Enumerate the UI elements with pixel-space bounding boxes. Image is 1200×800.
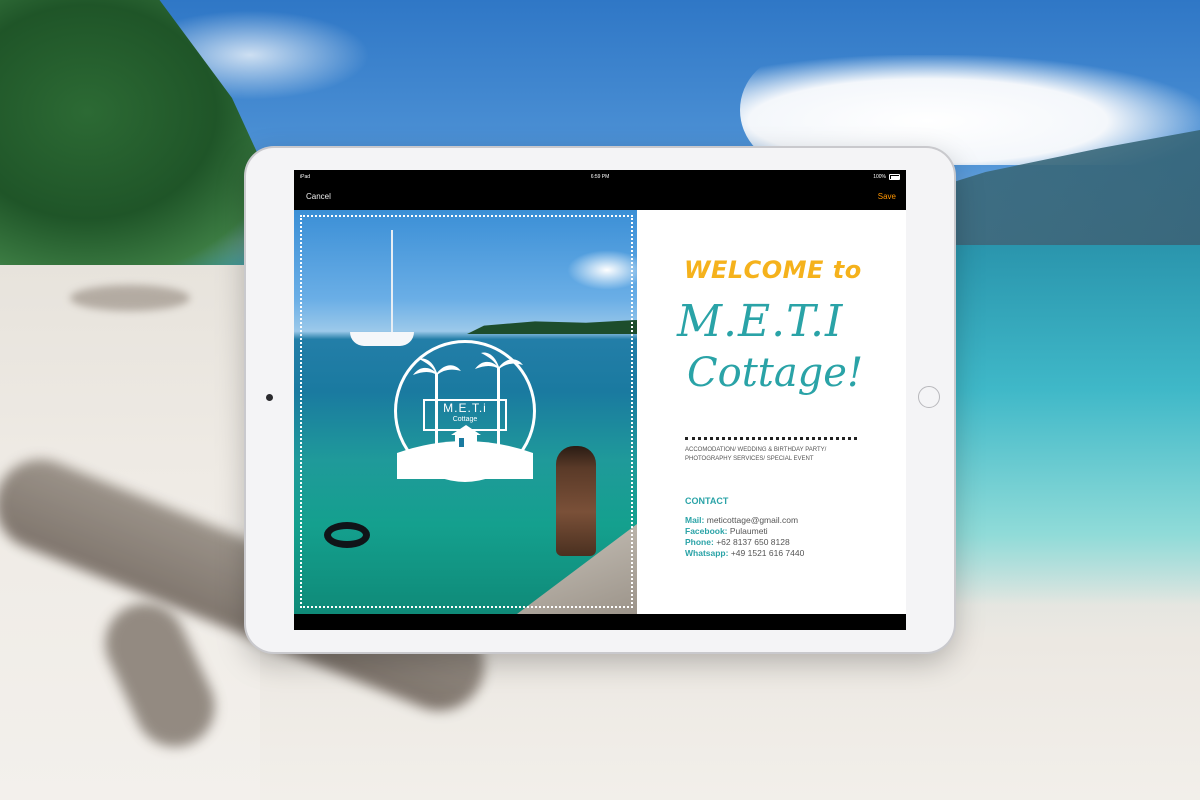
facebook-label: Facebook: [685,526,728,536]
background-stone [70,285,190,311]
flyer-photo: M.E.T.i Cottage [294,210,637,614]
battery-percent: 100% [873,174,886,180]
contact-whatsapp: Whatsapp: +49 1521 616 7440 [685,548,804,559]
battery-icon [889,174,900,180]
facebook-value[interactable]: Pulaumeti [730,526,768,536]
battery-status: 100% [873,174,900,180]
ipad-screen: iPad 6:59 PM 100% Cancel Save M.E.T.i Co… [294,170,906,630]
dotted-divider [685,437,857,440]
background-sea [940,245,1200,605]
whatsapp-label: Whatsapp: [685,548,729,558]
flyer-document: M.E.T.i Cottage WELCOME to M.E.T.I Cotta… [294,210,906,614]
status-bar: iPad 6:59 PM 100% [294,170,906,184]
ipad-device: iPad 6:59 PM 100% Cancel Save M.E.T.i Co… [246,148,954,652]
services-list: ACCOMODATION/ WEDDING & BIRTHDAY PARTY/ … [685,447,827,462]
contact-phone: Phone: +62 8137 650 8128 [685,537,804,548]
brand-subtitle: Cottage! [687,350,864,396]
contact-mail: Mail: meticottage@gmail.com [685,515,804,526]
contact-details: Mail: meticottage@gmail.com Facebook: Pu… [685,515,804,559]
nav-bar: Cancel Save [294,184,906,210]
brand-title: M.E.T.I [677,296,844,347]
cancel-button[interactable]: Cancel [306,192,331,201]
camera-icon [266,394,273,401]
whatsapp-value[interactable]: +49 1521 616 7440 [731,548,805,558]
mail-label: Mail: [685,515,705,525]
phone-label: Phone: [685,537,714,547]
save-button[interactable]: Save [878,192,896,201]
mail-value[interactable]: meticottage@gmail.com [707,515,798,525]
selection-frame[interactable] [300,215,633,608]
contact-facebook: Facebook: Pulaumeti [685,526,804,537]
clock: 6:59 PM [590,174,610,180]
phone-value[interactable]: +62 8137 650 8128 [716,537,790,547]
contact-heading: CONTACT [685,496,729,506]
welcome-heading: WELCOME to [684,256,862,284]
home-button[interactable] [918,386,940,408]
flyer-info-panel: WELCOME to M.E.T.I Cottage! ACCOMODATION… [637,210,906,614]
